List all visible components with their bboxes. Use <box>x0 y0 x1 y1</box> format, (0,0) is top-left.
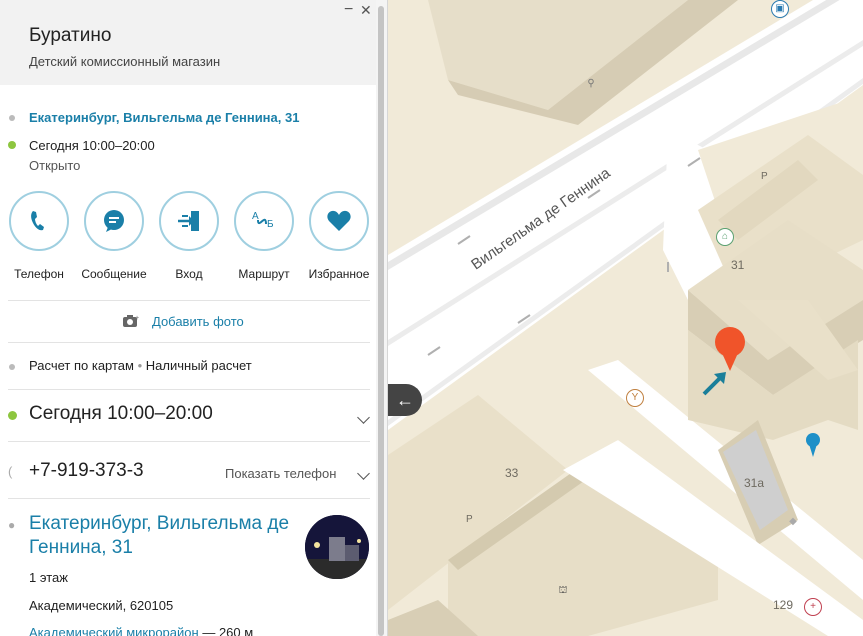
parking-label: P <box>466 514 473 525</box>
route-icon[interactable]: АБ <box>234 191 294 251</box>
bicycle-icon[interactable]: ⚲ <box>583 76 599 92</box>
blue-pin-icon[interactable] <box>804 432 822 458</box>
back-arrow-button[interactable]: ← <box>388 384 422 416</box>
building-number-31a: 31а <box>744 476 765 490</box>
action-label: Вход <box>175 267 203 281</box>
card-header: Буратино Детский комиссионный магазин <box>0 0 376 85</box>
address-main-link[interactable]: Екатеринбург, Вильгельма де Геннина, 31 <box>29 512 289 560</box>
heart-icon[interactable] <box>309 191 369 251</box>
parking-label: P <box>761 171 768 182</box>
svg-text:+: + <box>135 315 139 322</box>
action-label: Избранное <box>308 267 370 281</box>
nearby-distance: — 260 м <box>202 625 254 636</box>
entrance-action-button[interactable]: Вход <box>159 191 219 281</box>
clock-icon <box>8 141 16 149</box>
show-phone-button[interactable]: Показать телефон <box>225 466 336 481</box>
phone-small-icon: ( <box>8 464 13 479</box>
selected-pin-icon[interactable] <box>713 325 747 373</box>
scrollbar-thumb[interactable] <box>378 6 384 636</box>
message-action-button[interactable]: Сообщение <box>81 191 147 281</box>
favorite-action-button[interactable]: Избранное <box>309 191 369 281</box>
phone-icon[interactable] <box>9 191 69 251</box>
hours-today: Сегодня 10:00–20:00 <box>29 138 155 153</box>
phone-number: +7-919-373-3 <box>29 460 144 481</box>
panel-scrollbar[interactable] <box>376 0 387 636</box>
payment-separator: • <box>137 358 143 373</box>
close-button[interactable]: ✕ <box>360 2 372 18</box>
action-label: Сообщение <box>81 267 147 281</box>
place-card-panel: Буратино Детский комиссионный магазин − … <box>0 0 388 636</box>
map-canvas[interactable] <box>388 0 863 636</box>
map-view[interactable]: Вильгельма де Геннина 31 31а 33 129 P P … <box>388 0 863 636</box>
landmark-icon[interactable]: ⛫ <box>555 583 571 599</box>
divider <box>8 441 370 442</box>
building-number-129: 129 <box>773 598 794 612</box>
action-label: Телефон <box>14 267 64 281</box>
add-photo-label[interactable]: Добавить фото <box>152 314 244 329</box>
arrow-left-icon: ← <box>396 389 414 410</box>
action-label: Маршрут <box>238 267 290 281</box>
hours-expandable[interactable]: Сегодня 10:00–20:00 <box>29 403 213 425</box>
nearby-link[interactable]: Академический микрорайон <box>29 625 199 636</box>
place-name: Буратино <box>29 25 112 46</box>
add-photo-button[interactable]: + Добавить фото <box>122 313 244 329</box>
address-bullet-icon <box>9 115 15 121</box>
cafe-icon[interactable]: Y <box>626 389 644 407</box>
address-line-2[interactable]: Геннина, 31 <box>29 536 289 560</box>
payment-cash: Наличный расчет <box>145 358 252 373</box>
entrance-icon[interactable] <box>159 191 219 251</box>
building-number-31: 31 <box>731 258 745 272</box>
divider <box>8 342 370 343</box>
payment-bullet-icon <box>9 364 15 370</box>
district-info: Академический, 620105 <box>29 598 174 613</box>
location-arrow-icon <box>702 372 726 396</box>
building-number-33: 33 <box>505 466 519 480</box>
floor-info: 1 этаж <box>29 570 68 585</box>
divider <box>8 389 370 390</box>
chevron-down-icon[interactable] <box>357 467 370 480</box>
place-category: Детский комиссионный магазин <box>29 54 221 69</box>
payment-methods: Расчет по картам • Наличный расчет <box>29 358 252 373</box>
minimize-button[interactable]: − <box>344 2 353 18</box>
open-status: Открыто <box>29 158 81 173</box>
diamond-icon: ◆ <box>789 516 797 527</box>
camera-icon: + <box>123 315 139 327</box>
phone-action-button[interactable]: Телефон <box>9 191 69 281</box>
address-link[interactable]: Екатеринбург, Вильгельма де Геннина, 31 <box>29 110 299 125</box>
clock-icon <box>8 411 17 420</box>
hospital-icon[interactable]: + <box>804 598 822 616</box>
divider <box>8 300 370 301</box>
chevron-down-icon[interactable] <box>357 411 370 424</box>
bus-icon[interactable]: ▣ <box>771 0 789 18</box>
address-line-1[interactable]: Екатеринбург, Вильгельма де <box>29 512 289 536</box>
payment-card: Расчет по картам <box>29 358 134 373</box>
message-icon[interactable] <box>84 191 144 251</box>
route-action-button[interactable]: АБ Маршрут <box>234 191 294 281</box>
nearby-stop: Академический микрорайон — 260 м <box>29 625 253 636</box>
education-icon[interactable]: ⌂ <box>716 228 734 246</box>
svg-text:Б: Б <box>267 219 274 230</box>
pin-small-icon: ● <box>8 518 16 532</box>
divider <box>8 498 370 499</box>
place-photo-thumbnail[interactable] <box>305 515 369 579</box>
